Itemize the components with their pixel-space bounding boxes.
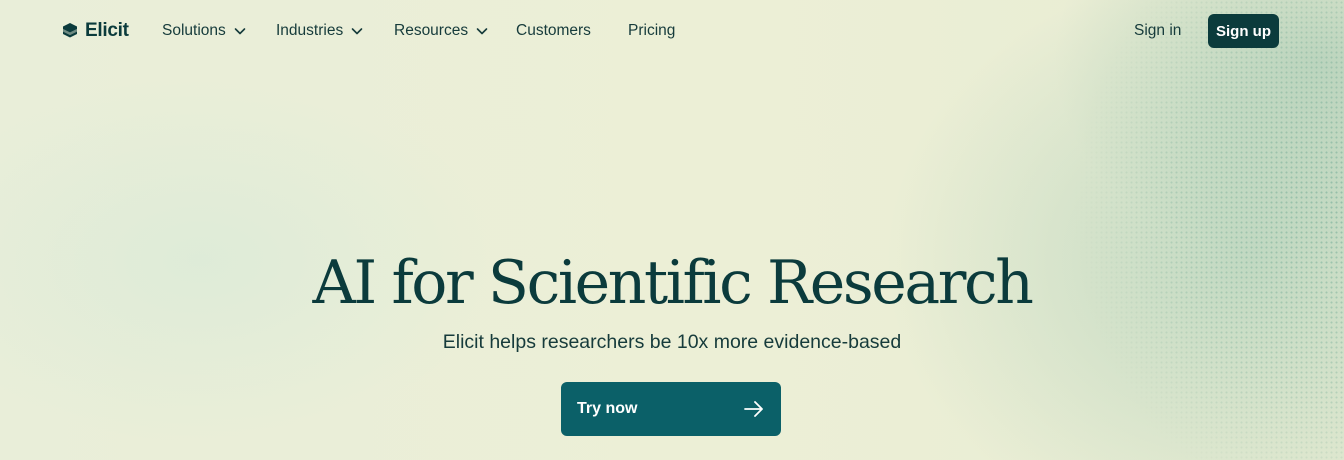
hero-title: AI for Scientific Research <box>312 248 1034 318</box>
arrow-right-icon <box>744 401 763 417</box>
elicit-logo-icon <box>63 23 77 38</box>
hero-subtitle: Elicit helps researchers be 10x more evi… <box>442 331 902 353</box>
nav-label: Solutions <box>162 22 226 39</box>
chevron-down-icon <box>476 28 488 35</box>
nav-resources[interactable]: Resources <box>394 19 488 43</box>
chevron-down-icon <box>351 28 363 35</box>
nav-label: Resources <box>394 22 469 39</box>
nav-industries[interactable]: Industries <box>276 19 363 43</box>
nav-solutions[interactable]: Solutions <box>162 19 246 43</box>
top-navigation: Elicit Solutions Industries Resources Cu… <box>0 14 1344 48</box>
nav-pricing[interactable]: Pricing <box>628 19 675 43</box>
nav-label: Customers <box>516 22 591 39</box>
dotted-texture <box>884 0 1344 460</box>
nav-customers[interactable]: Customers <box>516 19 591 43</box>
nav-label: Industries <box>276 22 344 39</box>
brand-name: Elicit <box>85 20 129 41</box>
cta-label: Try now <box>577 400 638 417</box>
try-now-button[interactable]: Try now <box>561 382 781 436</box>
brand-logo[interactable]: Elicit <box>61 19 129 43</box>
chevron-down-icon <box>234 28 246 35</box>
nav-label: Pricing <box>628 22 676 39</box>
sign-up-button[interactable]: Sign up <box>1208 14 1279 48</box>
sign-in-link[interactable]: Sign in <box>1134 19 1181 43</box>
